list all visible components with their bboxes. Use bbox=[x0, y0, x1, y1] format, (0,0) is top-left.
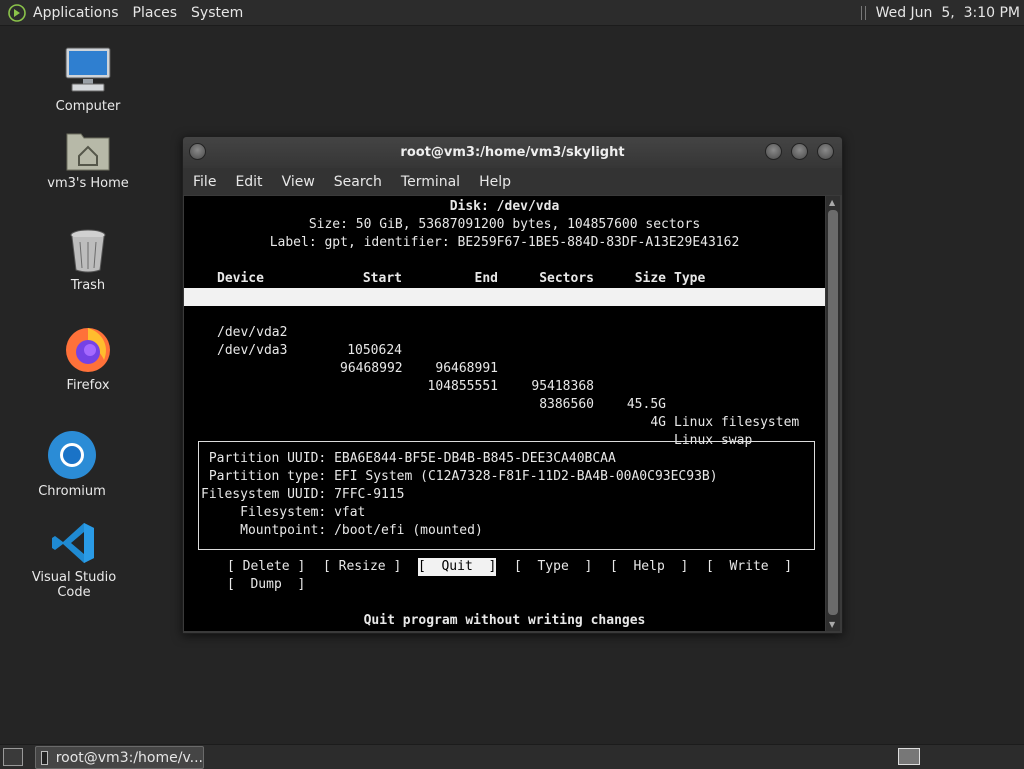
show-desktop-icon[interactable] bbox=[3, 748, 23, 766]
dump-button[interactable]: [ Dump ] bbox=[227, 576, 305, 594]
desktop-icon-home[interactable]: vm3's Home bbox=[33, 128, 143, 191]
info-line: Filesystem: vfat bbox=[201, 504, 365, 522]
info-line: Partition type: EFI System (C12A7328-F81… bbox=[201, 468, 718, 486]
resize-button[interactable]: [ Resize ] bbox=[323, 558, 401, 576]
info-key: Partition UUID: bbox=[201, 451, 327, 466]
info-value: /boot/efi (mounted) bbox=[334, 523, 483, 538]
info-value: EBA6E844-BF5E-DB4B-B845-DEE3CA40BCAA bbox=[334, 451, 616, 466]
col-header-type: Type bbox=[674, 271, 706, 286]
clock[interactable]: Wed Jun 5, 3:10 PM bbox=[876, 5, 1020, 21]
row-start: 96468992 bbox=[340, 361, 403, 376]
info-key: Filesystem UUID: bbox=[201, 487, 327, 502]
trash-icon bbox=[70, 229, 106, 273]
desktop-icon-computer[interactable]: Computer bbox=[33, 45, 143, 114]
row-sectors: 8386560 bbox=[539, 397, 594, 412]
disk-label-line: Label: gpt, identifier: BE259F67-1BE5-88… bbox=[269, 235, 740, 250]
info-key: Filesystem: bbox=[201, 505, 327, 520]
window-title: root@vm3:/home/vm3/skylight bbox=[400, 145, 625, 160]
col-header-sectors: Sectors bbox=[539, 271, 594, 286]
menu-terminal[interactable]: Terminal bbox=[401, 174, 460, 190]
desktop-icon-label: vm3's Home bbox=[47, 176, 129, 191]
menu-help[interactable]: Help bbox=[479, 174, 511, 190]
taskbar-item-label: root@vm3:/home/v... bbox=[55, 749, 203, 766]
desktop-icon-firefox[interactable]: Firefox bbox=[33, 326, 143, 393]
row-sectors: 95418368 bbox=[531, 379, 594, 394]
desktop-icon-label: Firefox bbox=[66, 378, 110, 393]
desktop-icon-label: Chromium bbox=[38, 484, 106, 499]
col-header-size: Size bbox=[634, 271, 666, 286]
window-menubar: File Edit View Search Terminal Help bbox=[183, 168, 842, 195]
row-start: 1050624 bbox=[347, 343, 402, 358]
bottom-taskbar: root@vm3:/home/v... bbox=[0, 744, 1024, 769]
row-end: 104855551 bbox=[427, 379, 498, 394]
desktop-icon-label: Trash bbox=[70, 278, 106, 293]
desktop-icon-label: Visual Studio Code bbox=[31, 570, 117, 600]
places-menu[interactable]: Places bbox=[133, 5, 178, 21]
info-value: EFI System (C12A7328-F81F-11D2-BA4B-00A0… bbox=[334, 469, 718, 484]
desktop-icon-vscode[interactable]: Visual Studio Code bbox=[19, 520, 129, 600]
row-size: 45.5G bbox=[626, 397, 666, 412]
table-row[interactable]: /dev/vda3 96468992 104855551 8386560 4G … bbox=[184, 324, 825, 448]
maximize-icon[interactable] bbox=[791, 143, 808, 160]
disk-size-line: Size: 50 GiB, 53687091200 bytes, 1048576… bbox=[308, 217, 701, 232]
table-row[interactable]: /dev/vda2 1050624 96468991 95418368 45.5… bbox=[184, 306, 825, 430]
row-device: /dev/vda3 bbox=[217, 343, 288, 358]
window-menu-icon[interactable] bbox=[189, 143, 206, 160]
desktop-icon-trash[interactable]: Trash bbox=[33, 228, 143, 293]
row-end: 96468991 bbox=[435, 361, 498, 376]
info-value: 7FFC-9115 bbox=[334, 487, 405, 502]
applications-menu[interactable]: Applications bbox=[33, 5, 119, 21]
status-message: Quit program without writing changes bbox=[363, 613, 646, 628]
scroll-down-icon[interactable]: ▼ bbox=[829, 620, 835, 629]
top-panel: Applications Places System Wed Jun 5, 3:… bbox=[0, 0, 1024, 26]
chromium-icon bbox=[48, 431, 96, 479]
scrollbar-thumb[interactable] bbox=[828, 210, 838, 615]
info-line: Partition UUID: EBA6E844-BF5E-DB4B-B845-… bbox=[201, 450, 616, 468]
menu-view[interactable]: View bbox=[282, 174, 315, 190]
col-header-device: Device bbox=[217, 271, 264, 286]
info-line: Mountpoint: /boot/efi (mounted) bbox=[201, 522, 483, 540]
table-row[interactable]: >> /dev/vda1 2048 1050623 1048576 512M E… bbox=[184, 288, 825, 430]
disk-title: Disk: /dev/vda bbox=[449, 199, 560, 214]
firefox-icon bbox=[66, 328, 110, 372]
terminal-screen[interactable]: Disk: /dev/vda Size: 50 GiB, 53687091200… bbox=[184, 196, 825, 631]
help-button[interactable]: [ Help ] bbox=[610, 558, 688, 576]
panel-menu: Applications Places System bbox=[8, 3, 257, 22]
distro-logo-icon[interactable] bbox=[8, 3, 26, 22]
desktop-icon-chromium[interactable]: Chromium bbox=[17, 430, 127, 499]
menu-file[interactable]: File bbox=[193, 174, 216, 190]
info-value: vfat bbox=[334, 505, 366, 520]
panel-right: Wed Jun 5, 3:10 PM bbox=[860, 0, 1020, 25]
col-header-start: Start bbox=[362, 271, 402, 286]
home-folder-icon bbox=[66, 133, 110, 171]
menu-search[interactable]: Search bbox=[334, 174, 382, 190]
minimize-icon[interactable] bbox=[765, 143, 782, 160]
info-key: Partition type: bbox=[201, 469, 327, 484]
write-button[interactable]: [ Write ] bbox=[706, 558, 792, 576]
panel-separator bbox=[860, 5, 866, 20]
info-line: Filesystem UUID: 7FFC-9115 bbox=[201, 486, 405, 504]
system-menu[interactable]: System bbox=[191, 5, 243, 21]
taskbar-item-terminal[interactable]: root@vm3:/home/v... bbox=[35, 746, 204, 769]
computer-icon bbox=[65, 47, 111, 92]
window-titlebar[interactable]: root@vm3:/home/vm3/skylight bbox=[183, 137, 842, 168]
row-size: 4G bbox=[650, 415, 666, 430]
quit-button[interactable]: [ Quit ] bbox=[418, 558, 497, 576]
col-header-end: End bbox=[474, 271, 498, 286]
scroll-up-icon[interactable]: ▲ bbox=[829, 198, 835, 207]
vscode-icon bbox=[52, 523, 94, 563]
workspace-switcher-icon[interactable] bbox=[898, 748, 920, 765]
row-type: Linux filesystem bbox=[674, 415, 800, 430]
info-key: Mountpoint: bbox=[201, 523, 327, 538]
terminal-scrollbar[interactable]: ▲ ▼ bbox=[826, 196, 840, 631]
close-icon[interactable] bbox=[817, 143, 834, 160]
terminal-icon bbox=[41, 750, 48, 765]
desktop-icon-label: Computer bbox=[55, 99, 121, 114]
terminal-window[interactable]: root@vm3:/home/vm3/skylight File Edit Vi… bbox=[182, 136, 843, 634]
menu-edit[interactable]: Edit bbox=[235, 174, 262, 190]
type-button[interactable]: [ Type ] bbox=[514, 558, 592, 576]
delete-button[interactable]: [ Delete ] bbox=[227, 558, 305, 576]
